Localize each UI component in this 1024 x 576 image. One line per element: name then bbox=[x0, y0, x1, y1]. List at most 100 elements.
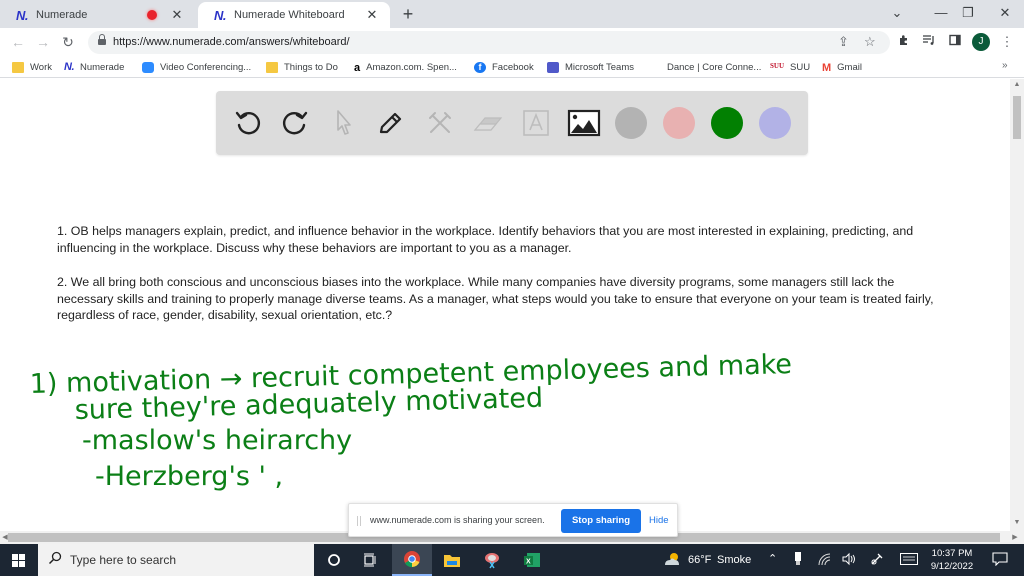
facebook-icon: f bbox=[474, 61, 486, 73]
gmail-icon: M bbox=[822, 61, 832, 74]
handwriting-canvas[interactable]: 1) motivation → recruit competent employ… bbox=[0, 79, 1010, 531]
bookmark-star-icon[interactable]: ☆ bbox=[864, 34, 876, 50]
tab-strip: N. Numerade ✕ N. Numerade Whiteboard ✕ +… bbox=[0, 0, 1024, 28]
reload-button[interactable]: ↻ bbox=[58, 32, 78, 52]
bookmark-facebook[interactable]: f Facebook bbox=[474, 60, 534, 74]
clock-time: 10:37 PM bbox=[931, 548, 973, 559]
start-button[interactable] bbox=[12, 554, 25, 567]
minimize-button[interactable]: — bbox=[926, 2, 956, 24]
lock-icon bbox=[98, 34, 106, 46]
bookmark-work[interactable]: Work bbox=[12, 60, 52, 74]
bookmark-label: SUU bbox=[790, 61, 811, 73]
taskbar-excel[interactable]: X bbox=[512, 544, 552, 576]
address-bar[interactable]: https://www.numerade.com/answers/whitebo… bbox=[88, 31, 890, 54]
browser-menu-icon[interactable]: ⋮ bbox=[998, 34, 1016, 50]
bookmark-amazon[interactable]: a Amazon.com. Spen... bbox=[354, 60, 457, 74]
vertical-scrollbar[interactable]: ▲ ▼ bbox=[1010, 79, 1024, 531]
numerade-logo-icon: N. bbox=[214, 7, 227, 23]
side-panel-icon[interactable] bbox=[946, 34, 964, 49]
share-message: www.numerade.com is sharing your screen. bbox=[370, 515, 545, 525]
extensions-icon[interactable] bbox=[895, 34, 913, 49]
notifications-icon[interactable] bbox=[992, 552, 1008, 569]
bookmark-label: Amazon.com. Spen... bbox=[366, 61, 457, 73]
media-control-icon[interactable] bbox=[920, 34, 938, 49]
touch-keyboard-icon[interactable] bbox=[900, 553, 918, 568]
excel-icon: X bbox=[524, 553, 540, 567]
tab-numerade[interactable]: N. Numerade ✕ bbox=[0, 2, 195, 28]
usb-drive-icon[interactable] bbox=[794, 552, 802, 569]
whiteboard-page[interactable]: 1. OB helps managers explain, predict, a… bbox=[0, 79, 1010, 531]
weather-icon[interactable] bbox=[662, 551, 682, 570]
close-tab-icon[interactable]: ✕ bbox=[169, 7, 185, 23]
bookmark-label: Work bbox=[30, 61, 52, 73]
suu-icon: SUU bbox=[770, 61, 785, 70]
weather-temp[interactable]: 66°F bbox=[688, 554, 711, 566]
bookmark-things-to-do[interactable]: Things to Do bbox=[266, 60, 338, 74]
screen-share-bar: www.numerade.com is sharing your screen.… bbox=[348, 503, 678, 537]
bookmark-gmail[interactable]: M Gmail bbox=[822, 60, 862, 74]
close-tab-icon[interactable]: ✕ bbox=[364, 7, 380, 23]
cortana-button[interactable] bbox=[314, 544, 354, 576]
folder-icon bbox=[12, 61, 24, 73]
close-window-button[interactable]: ✕ bbox=[990, 2, 1020, 24]
folder-icon bbox=[266, 61, 278, 73]
tab-title: Numerade Whiteboard bbox=[234, 9, 345, 21]
recording-indicator-icon bbox=[147, 10, 157, 20]
bookmark-label: Dance | Core Conne... bbox=[667, 61, 762, 73]
chrome-icon bbox=[404, 551, 420, 568]
scroll-right-icon[interactable]: ▶ bbox=[1010, 531, 1020, 544]
drag-handle-icon[interactable] bbox=[357, 516, 361, 526]
bookmark-dance-core[interactable]: Dance | Core Conne... bbox=[667, 60, 761, 74]
taskbar-search[interactable]: Type here to search bbox=[38, 544, 314, 576]
bookmark-label: Numerade bbox=[80, 61, 125, 73]
taskbar-chrome[interactable] bbox=[392, 544, 432, 576]
bookmark-video-conferencing[interactable]: Video Conferencing... bbox=[142, 60, 251, 74]
back-button[interactable]: ← bbox=[8, 32, 28, 52]
handwriting-line-4: -Herzberg's ' , bbox=[95, 461, 283, 492]
vertical-scroll-thumb[interactable] bbox=[1013, 96, 1021, 139]
amazon-icon: a bbox=[354, 61, 361, 74]
taskbar-file-explorer[interactable] bbox=[432, 544, 472, 576]
tab-title: Numerade bbox=[36, 9, 88, 21]
snipping-tool-icon bbox=[485, 553, 499, 569]
volume-icon[interactable] bbox=[842, 552, 856, 569]
bookmark-label: Things to Do bbox=[284, 61, 338, 73]
bookmark-label: Facebook bbox=[492, 61, 534, 73]
clock[interactable]: 10:37 PM 9/12/2022 bbox=[920, 547, 984, 573]
share-icon[interactable]: ⇪ bbox=[838, 34, 849, 50]
new-tab-button[interactable]: + bbox=[398, 4, 418, 25]
bookmark-microsoft-teams[interactable]: Microsoft Teams bbox=[547, 60, 634, 74]
scroll-down-icon[interactable]: ▼ bbox=[1010, 519, 1024, 531]
forward-button[interactable]: → bbox=[33, 32, 53, 52]
zoom-icon bbox=[142, 61, 154, 73]
svg-text:X: X bbox=[526, 559, 531, 566]
stop-sharing-button[interactable]: Stop sharing bbox=[561, 509, 641, 533]
bookmarks-bar: Work N. Numerade Video Conferencing... Th… bbox=[0, 56, 1024, 78]
bookmark-label: Gmail bbox=[837, 61, 862, 73]
bookmark-numerade[interactable]: N. Numerade bbox=[64, 60, 124, 74]
pen-workspace-icon[interactable] bbox=[870, 552, 884, 569]
tab-search-button[interactable]: ⌄ bbox=[882, 2, 912, 24]
search-icon bbox=[48, 551, 62, 568]
url-text[interactable]: https://www.numerade.com/answers/whitebo… bbox=[113, 36, 350, 48]
profile-avatar[interactable]: J bbox=[972, 33, 990, 51]
browser-toolbar: ← → ↻ https://www.numerade.com/answers/w… bbox=[0, 28, 1024, 56]
restore-button[interactable]: ❐ bbox=[953, 2, 983, 24]
tab-numerade-whiteboard[interactable]: N. Numerade Whiteboard ✕ bbox=[198, 2, 390, 28]
bookmark-label: Video Conferencing... bbox=[160, 61, 252, 73]
bookmarks-overflow-button[interactable]: » bbox=[1002, 60, 1008, 71]
taskbar-snipping-tool[interactable] bbox=[472, 544, 512, 576]
file-explorer-icon bbox=[444, 555, 460, 567]
search-placeholder: Type here to search bbox=[70, 553, 177, 567]
numerade-icon: N. bbox=[64, 61, 75, 73]
scroll-up-icon[interactable]: ▲ bbox=[1010, 81, 1024, 93]
wifi-icon[interactable] bbox=[817, 552, 831, 569]
handwriting-line-3: -maslow's heirarchy bbox=[82, 425, 352, 456]
bookmark-label: Microsoft Teams bbox=[565, 61, 634, 73]
show-hidden-icons-icon[interactable]: ⌃ bbox=[768, 552, 777, 565]
bookmark-suu[interactable]: SUU SUU bbox=[770, 60, 810, 74]
weather-condition[interactable]: Smoke bbox=[717, 554, 751, 566]
hide-button[interactable]: Hide bbox=[649, 515, 669, 526]
task-view-button[interactable] bbox=[350, 544, 390, 576]
cortana-icon bbox=[328, 554, 340, 566]
